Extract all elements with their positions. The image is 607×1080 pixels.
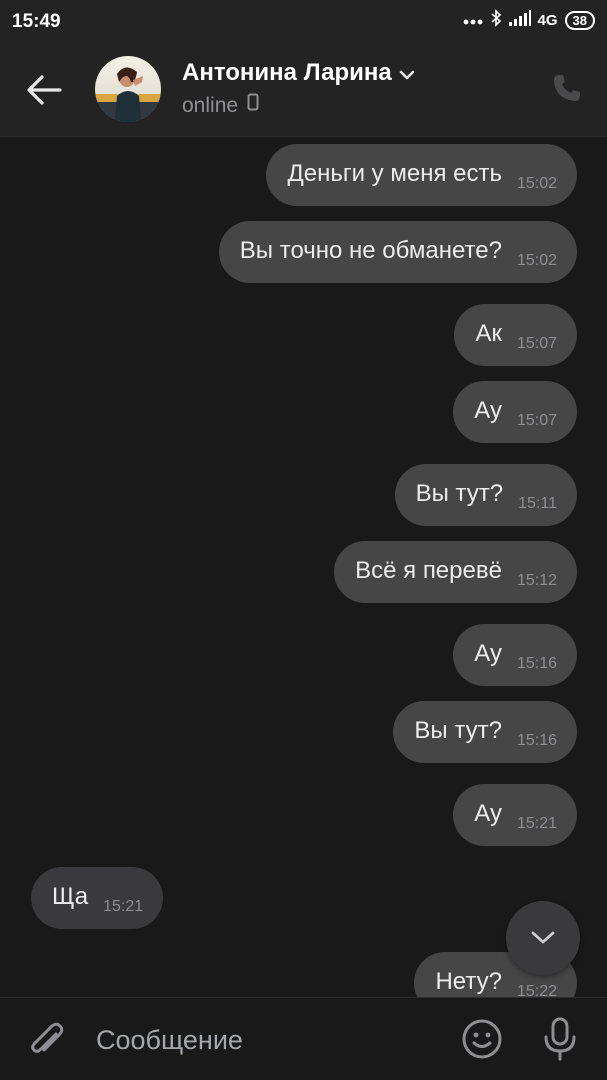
message-bubble[interactable]: Ау 15:21 (453, 784, 577, 846)
contact-name-dropdown[interactable]: Антонина Ларина (182, 59, 416, 88)
paperclip-icon (31, 1022, 64, 1053)
chevron-down-icon (531, 931, 555, 944)
emoji-button[interactable] (461, 1018, 503, 1060)
message-time: 15:11 (518, 495, 557, 512)
contact-name: Антонина Ларина (182, 59, 392, 86)
network-type: 4G (537, 11, 558, 29)
message-text: Ау (474, 397, 502, 424)
message-text: Ау (474, 800, 502, 827)
message-time: 15:12 (516, 572, 557, 589)
message-time: 15:07 (516, 335, 557, 352)
smiley-icon (462, 1019, 502, 1059)
signal-icon (508, 10, 531, 30)
message-text: Ща (52, 883, 89, 910)
phone-icon (554, 75, 580, 101)
message-text: Нету? (435, 968, 502, 995)
status-time: 15:49 (12, 11, 61, 32)
message-time: 15:16 (516, 732, 557, 749)
status-bar: 15:49 4G 38 (0, 0, 607, 44)
call-button[interactable] (551, 72, 583, 104)
message-time: 15:16 (516, 655, 557, 672)
message-bubble[interactable]: Вы тут? 15:11 (394, 464, 577, 526)
bluetooth-icon (490, 9, 502, 31)
message-bubble[interactable]: Вы точно не обманете? 15:02 (218, 221, 577, 283)
back-button[interactable] (24, 70, 68, 110)
message-list[interactable]: Деньги у меня есть 15:02 Вы точно не обм… (0, 137, 607, 997)
message-bubble[interactable]: Вы тут? 15:16 (393, 701, 577, 763)
message-bubble[interactable]: Ау 15:07 (453, 381, 577, 443)
message-time: 15:21 (103, 898, 144, 915)
message-time: 15:22 (516, 983, 557, 997)
message-time: 15:02 (516, 252, 557, 269)
avatar-photo (95, 56, 161, 122)
scroll-to-bottom-button[interactable] (506, 901, 580, 975)
message-bubble[interactable]: Всё я перевё 15:12 (334, 541, 577, 603)
avatar[interactable] (95, 56, 161, 122)
arrow-left-icon (27, 75, 62, 105)
chat-screen: 15:49 4G 38 Антонина Ларина online Деньг… (0, 0, 607, 1080)
message-composer (0, 997, 607, 1080)
message-text: Ау (474, 640, 502, 667)
message-text: Всё я перевё (355, 557, 502, 584)
status-icons: 4G 38 (463, 9, 595, 31)
message-text: Вы тут? (415, 480, 504, 507)
battery-indicator: 38 (564, 10, 595, 30)
message-text: Вы тут? (414, 717, 502, 744)
message-text: Деньги у меня есть (287, 160, 502, 187)
microphone-icon (544, 1017, 576, 1061)
more-dots-icon (463, 12, 483, 29)
message-text: Вы точно не обманете? (239, 237, 502, 264)
message-bubble-incoming[interactable]: Ща 15:21 (31, 867, 164, 929)
message-time: 15:02 (516, 175, 557, 192)
contact-status-line: online (182, 93, 259, 118)
attach-button[interactable] (28, 1020, 66, 1060)
chat-header: Антонина Ларина online (0, 44, 607, 137)
voice-message-button[interactable] (540, 1016, 580, 1062)
message-bubble[interactable]: Ак 15:07 (454, 304, 577, 366)
contact-status: online (182, 94, 239, 117)
message-bubble[interactable]: Деньги у меня есть 15:02 (266, 144, 577, 206)
message-bubble[interactable]: Ау 15:16 (453, 624, 577, 686)
message-text: Ак (475, 320, 502, 347)
mobile-phone-icon (247, 93, 259, 117)
message-time: 15:21 (516, 815, 557, 832)
chevron-down-icon (398, 60, 416, 88)
message-input[interactable] (96, 1022, 436, 1058)
message-time: 15:07 (516, 412, 557, 429)
